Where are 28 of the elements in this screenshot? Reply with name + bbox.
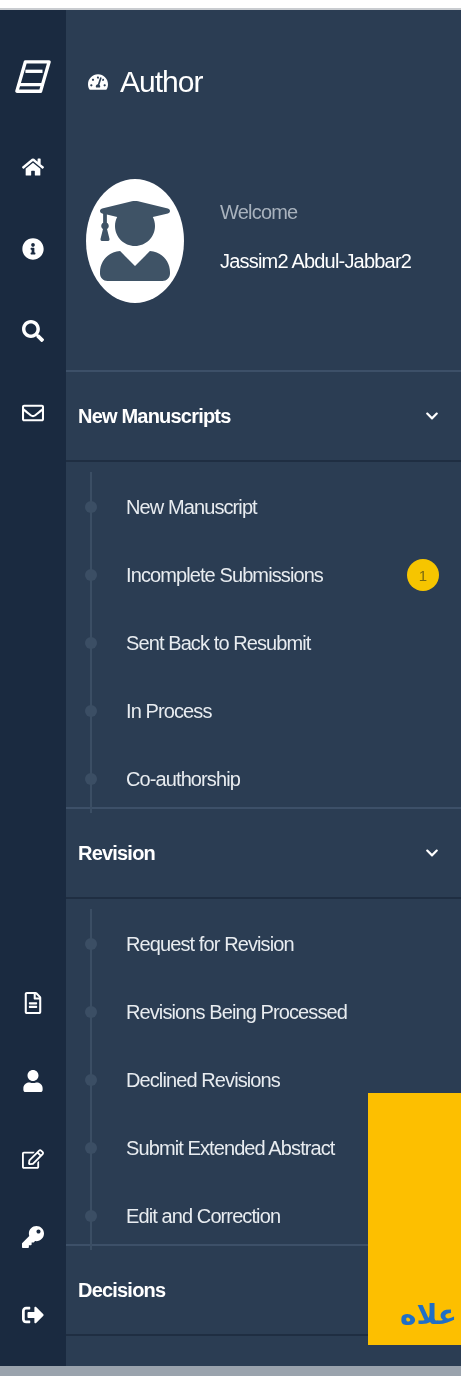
notice-toast: علاه (368, 1093, 461, 1345)
edit-icon[interactable] (22, 1148, 44, 1170)
user-name: Jassim2 Abdul-Jabbar2 (220, 250, 412, 273)
section-header[interactable]: Revision (66, 807, 461, 899)
menu-link[interactable]: Sent Back to Resubmit (126, 631, 311, 655)
logout-icon[interactable] (22, 1304, 44, 1326)
info-icon[interactable] (22, 238, 44, 260)
document-icon[interactable] (22, 992, 44, 1014)
dashboard-icon (88, 72, 108, 92)
menu-link[interactable]: Incomplete Submissions (126, 563, 323, 587)
menu-link[interactable]: Revisions Being Processed (126, 1000, 347, 1024)
user-icon[interactable] (22, 1070, 44, 1092)
home-icon[interactable] (22, 156, 44, 178)
book-logo-icon[interactable] (14, 58, 52, 96)
count-badge: 1 (407, 559, 439, 591)
welcome-text: Welcome (220, 201, 299, 224)
menu-link[interactable]: Declined Revisions (126, 1068, 280, 1092)
page-title: Author (120, 65, 203, 99)
section-header[interactable]: New Manuscripts (66, 370, 461, 462)
key-icon[interactable] (22, 1226, 44, 1248)
envelope-icon[interactable] (22, 402, 44, 424)
menu-link[interactable]: Request for Revision (126, 932, 294, 956)
menu-link[interactable]: Edit and Correction (126, 1204, 281, 1228)
menu-link[interactable]: In Process (126, 699, 212, 723)
search-icon[interactable] (22, 320, 44, 342)
menu-link[interactable]: Co-authorship (126, 767, 240, 791)
menu-link[interactable]: Submit Extended Abstract (126, 1136, 335, 1160)
menu-link[interactable]: New Manuscript (126, 495, 257, 519)
